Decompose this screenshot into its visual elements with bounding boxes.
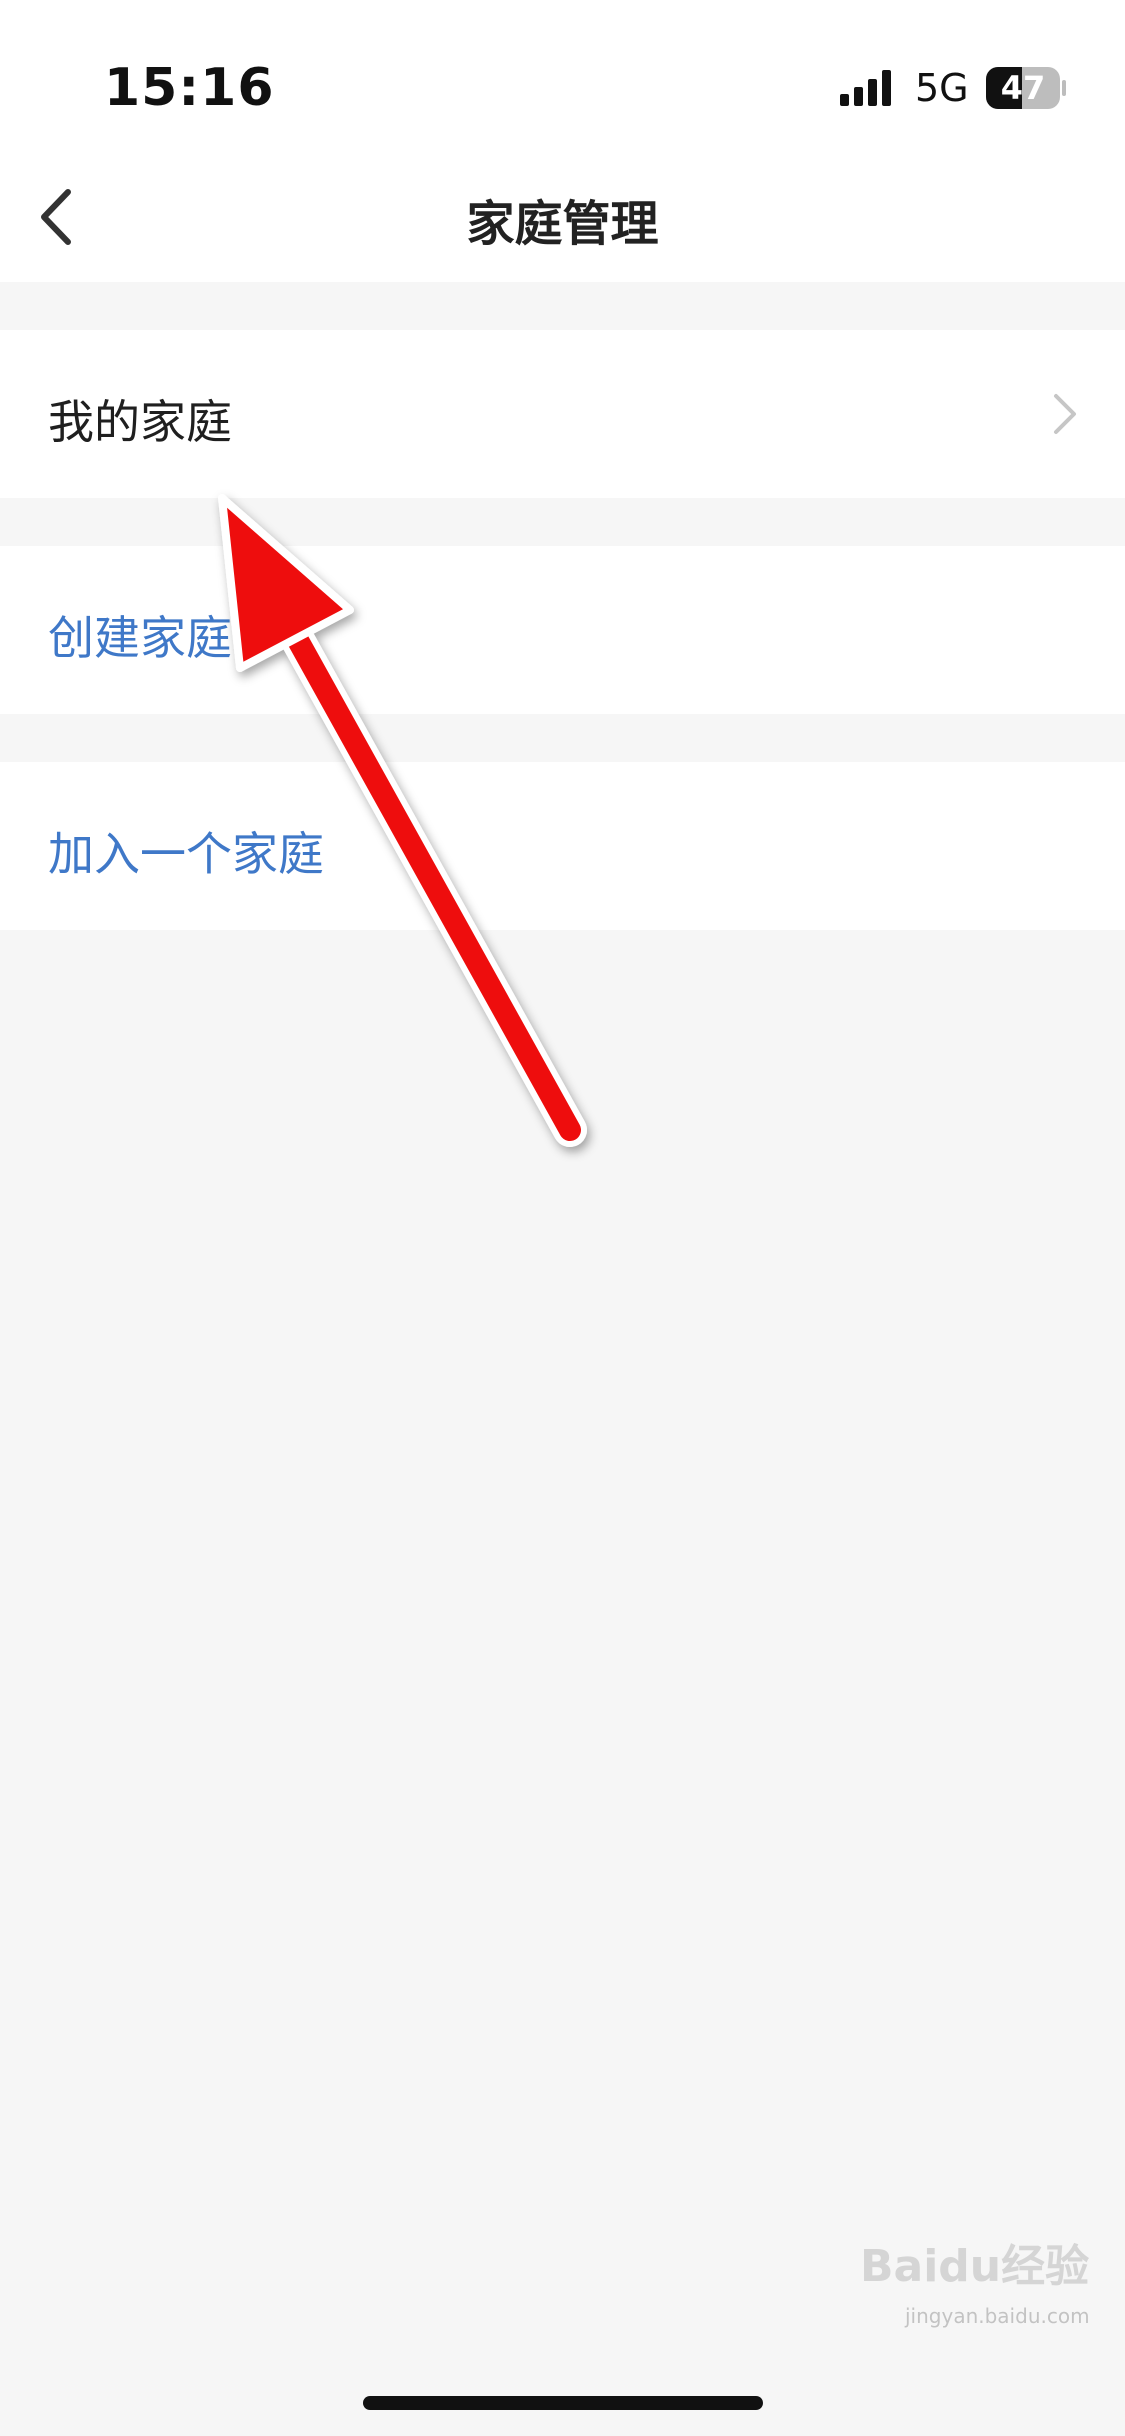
network-type: 5G bbox=[915, 66, 969, 110]
menu-item-my-family[interactable]: 我的家庭 bbox=[0, 330, 1125, 498]
chevron-right-icon bbox=[1054, 394, 1076, 434]
battery-level: 47 bbox=[1000, 69, 1046, 107]
page-title: 家庭管理 bbox=[466, 196, 659, 252]
cellular-signal-icon bbox=[840, 70, 891, 106]
nav-bar: 家庭管理 bbox=[0, 150, 1125, 282]
home-indicator[interactable] bbox=[363, 2396, 763, 2410]
status-bar: 15:16 5G 47 bbox=[0, 0, 1125, 150]
menu-item-label: 我的家庭 bbox=[48, 395, 232, 449]
menu-item-label: 加入一个家庭 bbox=[48, 827, 324, 881]
battery-icon: 47 bbox=[985, 66, 1067, 110]
watermark-url: jingyan.baidu.com bbox=[905, 2304, 1090, 2328]
menu-item-join-family[interactable]: 加入一个家庭 bbox=[0, 762, 1125, 930]
status-time: 15:16 bbox=[104, 58, 275, 118]
menu-item-create-family[interactable]: 创建家庭 bbox=[0, 546, 1125, 714]
menu-item-label: 创建家庭 bbox=[48, 611, 232, 665]
watermark-logo: Baidu经验 bbox=[860, 2241, 1090, 2292]
